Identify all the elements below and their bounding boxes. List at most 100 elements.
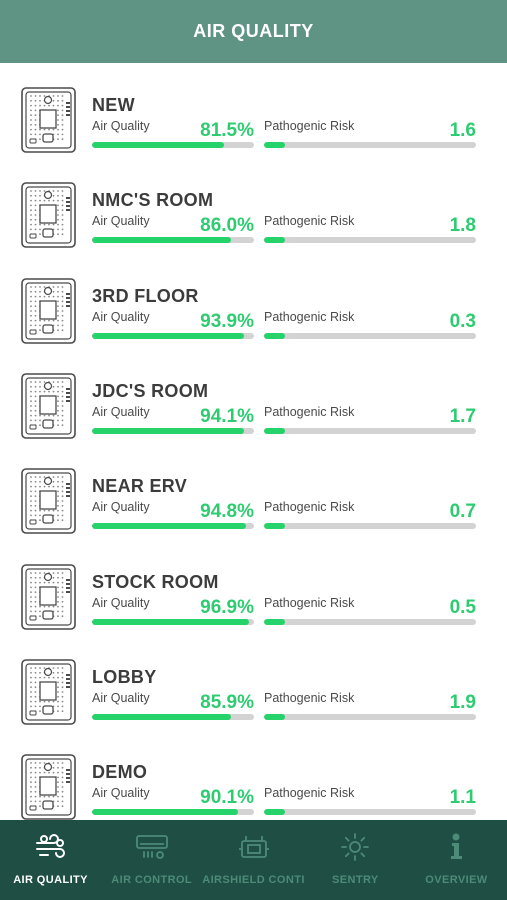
list-item[interactable]: NEW Air Quality 81.5% Pathogenic Risk 1.… [0, 63, 507, 158]
sensor-device-icon [21, 754, 76, 820]
pathogenic-risk-label: Pathogenic Risk [264, 404, 355, 419]
tab-air-control-label: AIR CONTROL [111, 874, 193, 886]
list-item[interactable]: STOCK ROOM Air Quality 96.9% Pathogenic … [0, 540, 507, 635]
room-name: LOBBY [92, 666, 157, 687]
air-quality-bar [92, 809, 254, 816]
air-quality-value: 96.9% [200, 596, 254, 618]
pathogenic-risk-value: 1.9 [449, 691, 476, 713]
tab-bar: AIR QUALITY AIR CONTROL AIRSHIELD CONTI [0, 820, 507, 900]
tab-sentry[interactable]: SENTRY [305, 820, 406, 900]
air-quality-value: 90.1% [200, 787, 254, 809]
air-quality-bar [92, 142, 254, 148]
air-quality-label: Air Quality [92, 500, 150, 515]
air-quality-label: Air Quality [92, 786, 150, 801]
air-quality-label: Air Quality [92, 690, 150, 705]
sensor-device-thumbnail [21, 754, 76, 820]
pathogenic-risk-value: 0.3 [449, 310, 476, 332]
pathogenic-risk-bar [264, 142, 476, 148]
pathogenic-risk-bar-fill [264, 237, 286, 244]
sensor-device-thumbnail [21, 468, 76, 534]
room-name: 3RD FLOOR [92, 285, 199, 306]
air-quality-value: 94.1% [200, 405, 254, 427]
pathogenic-risk-bar-fill [264, 618, 286, 625]
pathogenic-risk-bar [264, 332, 476, 339]
air-quality-bar [92, 618, 254, 625]
tab-air-control[interactable]: AIR CONTROL [101, 820, 202, 900]
room-name: JDC'S ROOM [92, 380, 209, 401]
list-item[interactable]: NMC'S ROOM Air Quality 86.0% Pathogenic … [0, 158, 507, 253]
air-quality-bar [92, 427, 254, 434]
air-quality-bar-fill [92, 809, 238, 816]
sensor-device-icon [21, 277, 76, 344]
tab-air-quality[interactable]: AIR QUALITY [0, 820, 101, 900]
page-title: AIR QUALITY [193, 21, 314, 41]
pathogenic-risk-label: Pathogenic Risk [264, 309, 355, 324]
air-quality-bar-fill [92, 142, 225, 148]
tab-overview-label: OVERVIEW [425, 874, 488, 886]
room-name: DEMO [92, 762, 148, 783]
tab-airshield-conti-label: AIRSHIELD CONTI [202, 874, 305, 886]
air-quality-bar-fill [92, 427, 245, 434]
pathogenic-risk-bar [264, 809, 476, 816]
room-list[interactable]: NEW Air Quality 81.5% Pathogenic Risk 1.… [0, 63, 507, 820]
air-quality-bar-fill [92, 618, 249, 625]
air-quality-value: 85.9% [200, 691, 254, 713]
pathogenic-risk-label: Pathogenic Risk [264, 500, 355, 515]
pathogenic-risk-value: 1.8 [449, 215, 476, 237]
list-item[interactable]: NEAR ERV Air Quality 94.8% Pathogenic Ri… [0, 444, 507, 539]
pathogenic-risk-label: Pathogenic Risk [264, 786, 355, 801]
room-name: STOCK ROOM [92, 571, 219, 592]
sensor-device-icon [21, 182, 76, 249]
list-item[interactable]: DEMO Air Quality 90.1% Pathogenic Risk 1… [0, 730, 507, 820]
pathogenic-risk-bar-fill [264, 523, 286, 530]
pathogenic-risk-bar-fill [264, 332, 286, 339]
air-quality-label: Air Quality [92, 595, 150, 610]
pathogenic-risk-value: 0.5 [449, 596, 476, 618]
pathogenic-risk-value: 1.6 [449, 120, 476, 141]
list-item[interactable]: 3RD FLOOR Air Quality 93.9% Pathogenic R… [0, 254, 507, 349]
sensor-device-icon [21, 658, 76, 725]
sentry-sun-icon [341, 833, 370, 861]
pathogenic-risk-bar-fill [264, 713, 286, 720]
wind-icon [35, 834, 65, 858]
air-quality-bar [92, 237, 254, 244]
pathogenic-risk-bar-fill [264, 142, 286, 148]
sensor-device-thumbnail [21, 563, 76, 630]
tab-sentry-label: SENTRY [332, 874, 379, 886]
air-quality-value: 81.5% [200, 120, 254, 141]
list-item[interactable]: LOBBY Air Quality 85.9% Pathogenic Risk … [0, 635, 507, 730]
room-name: NEW [92, 95, 135, 115]
air-quality-bar [92, 713, 254, 720]
pathogenic-risk-bar-fill [264, 427, 286, 434]
pathogenic-risk-bar [264, 523, 476, 530]
sensor-device-thumbnail [21, 373, 76, 439]
air-quality-label: Air Quality [92, 309, 150, 324]
room-name: NEAR ERV [92, 476, 188, 497]
tab-overview[interactable]: OVERVIEW [406, 820, 507, 900]
pathogenic-risk-bar [264, 618, 476, 625]
pathogenic-risk-label: Pathogenic Risk [264, 119, 355, 133]
air-quality-bar [92, 523, 254, 530]
pathogenic-risk-value: 0.7 [449, 501, 476, 523]
list-item[interactable]: JDC'S ROOM Air Quality 94.1% Pathogenic … [0, 349, 507, 444]
sensor-device-thumbnail [21, 182, 76, 249]
tab-airshield-conti[interactable]: AIRSHIELD CONTI [202, 820, 305, 900]
air-quality-bar-fill [92, 237, 232, 244]
air-quality-bar-fill [92, 523, 246, 530]
air-conditioner-icon [135, 835, 168, 859]
info-icon [451, 833, 463, 859]
pathogenic-risk-label: Pathogenic Risk [264, 214, 355, 229]
pathogenic-risk-bar [264, 427, 476, 434]
air-quality-label: Air Quality [92, 214, 150, 229]
pathogenic-risk-bar-fill [264, 809, 286, 816]
air-quality-label: Air Quality [92, 119, 150, 133]
pathogenic-risk-label: Pathogenic Risk [264, 595, 355, 610]
pathogenic-risk-label: Pathogenic Risk [264, 690, 355, 705]
sensor-device-icon [21, 563, 76, 630]
air-quality-bar [92, 332, 254, 339]
pathogenic-risk-value: 1.1 [449, 787, 476, 809]
sensor-device-thumbnail [21, 658, 76, 725]
pathogenic-risk-bar [264, 713, 476, 720]
air-quality-bar-fill [92, 713, 232, 720]
sensor-device-thumbnail [21, 87, 76, 153]
